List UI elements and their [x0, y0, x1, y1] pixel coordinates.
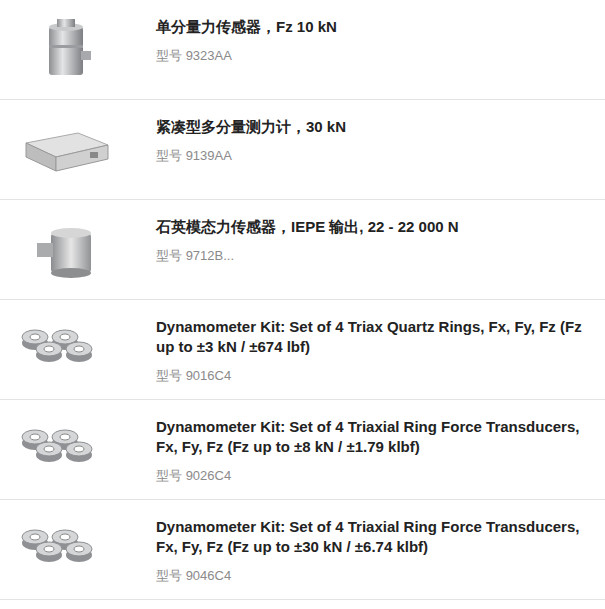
product-row[interactable]: Dynamometer Kit: Set of 4 Triax Quartz R…	[0, 300, 605, 400]
product-row[interactable]: 石英模态力传感器，IEPE 输出, 22 - 22 000 N 型号 9712B.…	[0, 200, 605, 300]
product-model: 型号 9026C4	[156, 467, 593, 485]
product-image[interactable]	[0, 500, 156, 599]
product-model: 型号 9046C4	[156, 567, 593, 585]
product-title[interactable]: 紧凑型多分量测力计，30 kN	[156, 117, 593, 137]
product-title[interactable]: 单分量力传感器，Fz 10 kN	[156, 17, 593, 37]
product-image[interactable]	[0, 400, 156, 499]
product-title[interactable]: 石英模态力传感器，IEPE 输出, 22 - 22 000 N	[156, 217, 593, 237]
product-list: 单分量力传感器，Fz 10 kN 型号 9323AA 紧凑型多分量测力计，30 kN…	[0, 0, 605, 600]
product-row[interactable]: 单分量力传感器，Fz 10 kN 型号 9323AA	[0, 0, 605, 100]
product-title[interactable]: Dynamometer Kit: Set of 4 Triaxial Ring …	[156, 417, 593, 457]
product-title[interactable]: Dynamometer Kit: Set of 4 Triax Quartz R…	[156, 317, 593, 357]
product-image[interactable]	[0, 200, 156, 299]
product-title[interactable]: Dynamometer Kit: Set of 4 Triaxial Ring …	[156, 517, 593, 557]
product-model: 型号 9016C4	[156, 367, 593, 385]
product-model: 型号 9323AA	[156, 47, 593, 65]
rings-icon	[21, 515, 111, 585]
product-image[interactable]	[0, 0, 156, 99]
product-row[interactable]: 紧凑型多分量测力计，30 kN 型号 9139AA	[0, 100, 605, 200]
product-row[interactable]: Dynamometer Kit: Set of 4 Triaxial Ring …	[0, 400, 605, 500]
product-image[interactable]	[0, 300, 156, 399]
product-model: 型号 9712B...	[156, 247, 593, 265]
rings-icon	[21, 315, 111, 385]
sensor-icon	[21, 15, 111, 85]
product-row[interactable]: Dynamometer Kit: Set of 4 Triaxial Ring …	[0, 500, 605, 600]
product-image[interactable]	[0, 100, 156, 199]
modal-sensor-icon	[21, 215, 111, 285]
product-model: 型号 9139AA	[156, 147, 593, 165]
dynamometer-icon	[16, 115, 116, 185]
rings-icon	[21, 415, 111, 485]
